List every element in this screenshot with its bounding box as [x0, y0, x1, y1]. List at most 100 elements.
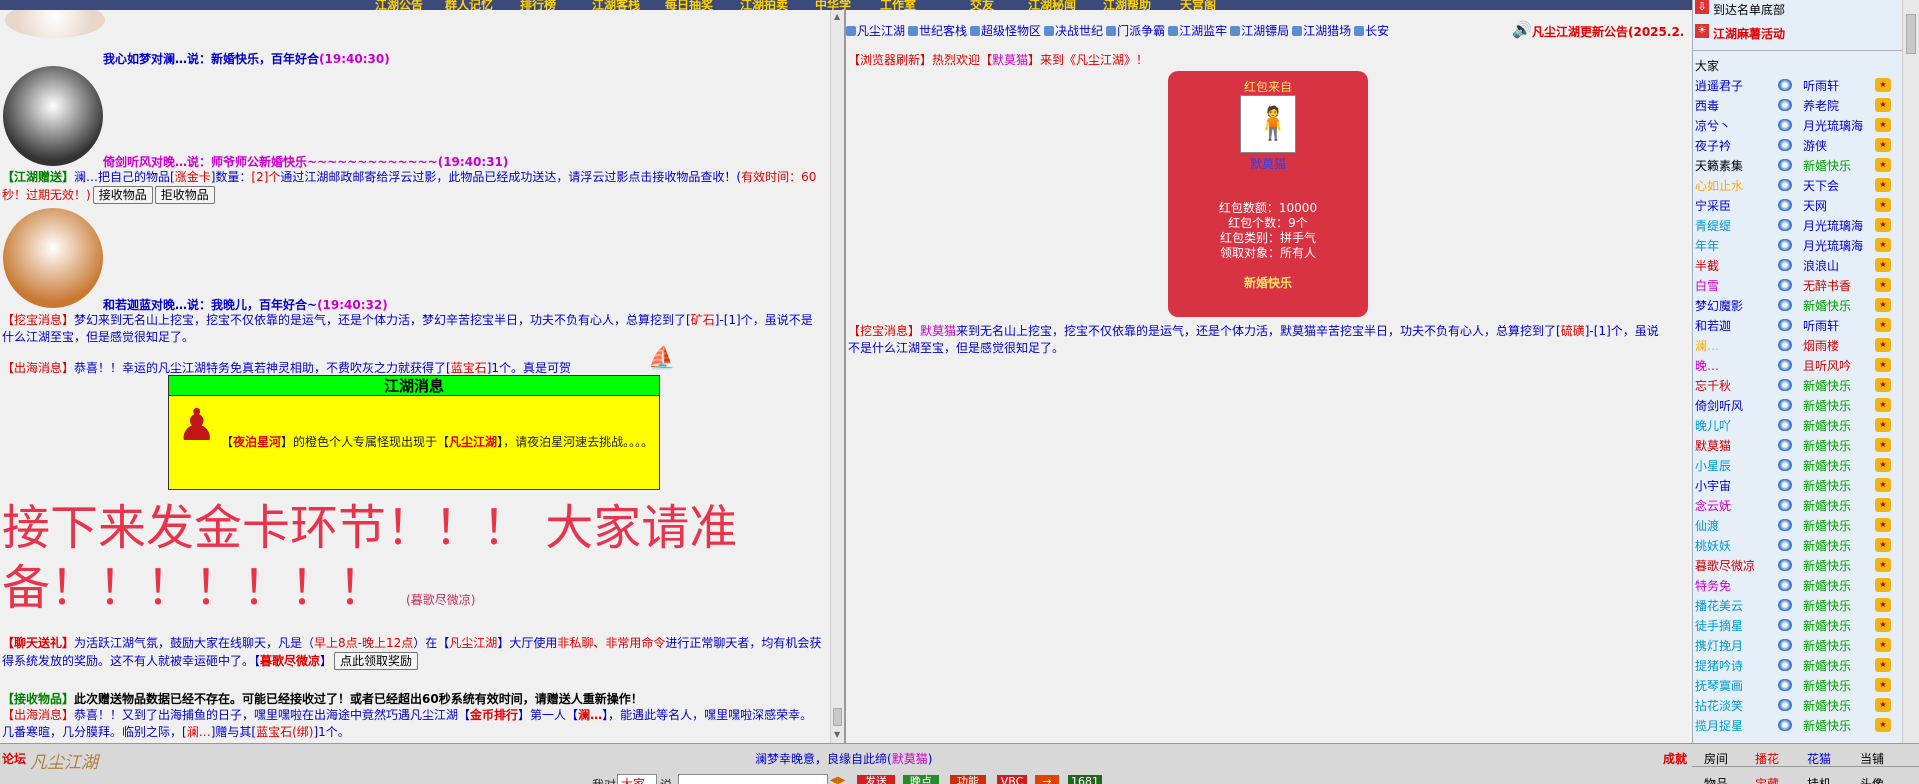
arrow-down-icon[interactable]: ⇩: [1695, 0, 1709, 14]
user-row[interactable]: 晚儿吖 新婚快乐 ★: [1693, 415, 1902, 435]
function-tab[interactable]: 挂机: [1807, 775, 1831, 784]
user-row[interactable]: 提猪吟诗 新婚快乐 ★: [1693, 655, 1902, 675]
forum-link[interactable]: 论坛: [2, 750, 26, 767]
user-row[interactable]: 晚… 且听风吟 ★: [1693, 355, 1902, 375]
user-row[interactable]: 携灯挽月 新婚快乐 ★: [1693, 635, 1902, 655]
user-name[interactable]: 晚儿吖: [1695, 417, 1731, 434]
user-row[interactable]: 播花美云 新婚快乐 ★: [1693, 595, 1902, 615]
function-tab[interactable]: 花猫: [1807, 750, 1831, 767]
avatar[interactable]: [3, 208, 103, 308]
top-nav-item[interactable]: 江湖客栈: [592, 0, 640, 10]
red-packet[interactable]: 红包来自 默莫猫 红包数额：10000 红包个数：9个 红包类别：拼手气 领取对象：所有人…: [1168, 71, 1368, 317]
user-name[interactable]: 梦幻魔影: [1695, 297, 1743, 314]
room-tab[interactable]: 世纪客栈: [908, 22, 967, 39]
user-name[interactable]: 拈花淡笑: [1695, 697, 1743, 714]
user-name[interactable]: 默莫猫: [1695, 437, 1731, 454]
top-nav-item[interactable]: 工作室: [880, 0, 916, 10]
user-name[interactable]: 晚…: [1695, 357, 1719, 374]
user-name[interactable]: 提猪吟诗: [1695, 657, 1743, 674]
right-scrollbar[interactable]: [1902, 0, 1919, 743]
room-tab[interactable]: 江湖猎场: [1292, 22, 1351, 39]
user-row[interactable]: 逍遥君子 听雨轩 ★: [1693, 75, 1902, 95]
user-name[interactable]: 澜…: [1695, 337, 1719, 354]
arrow-icon[interactable]: ◀▶: [830, 775, 845, 784]
speaker-icon[interactable]: 🔊: [1512, 20, 1532, 39]
avatar[interactable]: [5, 10, 105, 38]
b4-button[interactable]: →: [1035, 775, 1059, 784]
user-row[interactable]: 心如止水 天下会 ★: [1693, 175, 1902, 195]
function-tab[interactable]: 宝藏: [1755, 775, 1779, 784]
user-row[interactable]: 白雪 无醉书香 ★: [1693, 275, 1902, 295]
claim-reward-button[interactable]: 点此领取奖励: [334, 652, 419, 670]
user-name[interactable]: 年年: [1695, 237, 1719, 254]
b3-button[interactable]: VBC: [997, 775, 1027, 784]
user-row[interactable]: 暮歌尽微凉 新婚快乐 ★: [1693, 555, 1902, 575]
user-name[interactable]: 抚琴寞画: [1695, 677, 1743, 694]
user-row[interactable]: 默莫猫 新婚快乐 ★: [1693, 435, 1902, 455]
user-row[interactable]: 忘千秋 新婚快乐 ★: [1693, 375, 1902, 395]
user-name[interactable]: 念云妩: [1695, 497, 1731, 514]
event-icon[interactable]: ☀: [1695, 24, 1709, 38]
user-row[interactable]: 念云妩 新婚快乐 ★: [1693, 495, 1902, 515]
top-nav-item[interactable]: 交友: [970, 0, 994, 10]
user-row[interactable]: 拈花淡笑 新婚快乐 ★: [1693, 695, 1902, 715]
room-tab[interactable]: 超级怪物区: [970, 22, 1041, 39]
scroll-down-icon[interactable]: ▼: [834, 730, 840, 739]
user-row[interactable]: 宁采臣 天网 ★: [1693, 195, 1902, 215]
user-name[interactable]: 特务免: [1695, 577, 1731, 594]
user-row[interactable]: 桃妖妖 新婚快乐 ★: [1693, 535, 1902, 555]
user-name[interactable]: 半截: [1695, 257, 1719, 274]
user-name[interactable]: 忘千秋: [1695, 377, 1731, 394]
user-name[interactable]: 小星辰: [1695, 457, 1731, 474]
user-name[interactable]: 逍遥君子: [1695, 77, 1743, 94]
room-tab[interactable]: 江湖监牢: [1168, 22, 1227, 39]
user-name[interactable]: 播花美云: [1695, 597, 1743, 614]
user-name[interactable]: 小宇宙: [1695, 477, 1731, 494]
user-name[interactable]: 心如止水: [1695, 177, 1743, 194]
room-tab[interactable]: 长安: [1354, 22, 1389, 39]
user-name[interactable]: 暮歌尽微凉: [1695, 557, 1755, 574]
user-row[interactable]: 仙渡 新婚快乐 ★: [1693, 515, 1902, 535]
top-nav-item[interactable]: 江湖公告: [375, 0, 423, 10]
user-row[interactable]: 特务免 新婚快乐 ★: [1693, 575, 1902, 595]
function-tab[interactable]: 头像: [1860, 775, 1884, 784]
room-label[interactable]: 大家: [1695, 57, 1719, 74]
user-row[interactable]: 小宇宙 新婚快乐 ★: [1693, 475, 1902, 495]
top-nav-item[interactable]: 江湖拍卖: [740, 0, 788, 10]
event-link[interactable]: 江湖麻薯活动: [1713, 25, 1785, 42]
user-row[interactable]: 半截 浪浪山 ★: [1693, 255, 1902, 275]
user-row[interactable]: 澜… 烟雨楼 ★: [1693, 335, 1902, 355]
b1-button[interactable]: 晚点: [903, 775, 939, 784]
scroll-thumb[interactable]: [833, 708, 842, 726]
user-row[interactable]: 青缇缇 月光琉璃海 ★: [1693, 215, 1902, 235]
user-row[interactable]: 凉兮丶 月光琉璃海 ★: [1693, 115, 1902, 135]
user-row[interactable]: 抚琴寞画 新婚快乐 ★: [1693, 675, 1902, 695]
achievement-link[interactable]: 成就: [1663, 750, 1687, 767]
reject-item-button[interactable]: 拒收物品: [154, 186, 215, 204]
b2-button[interactable]: 功能: [950, 775, 986, 784]
user-name[interactable]: 青缇缇: [1695, 217, 1731, 234]
user-name[interactable]: 揽月捉星: [1695, 717, 1743, 734]
chat-input[interactable]: [678, 774, 828, 784]
function-tab[interactable]: 当铺: [1860, 750, 1884, 767]
user-name[interactable]: 和若迦: [1695, 317, 1731, 334]
top-nav-item[interactable]: 每日抽奖: [665, 0, 713, 10]
send-button[interactable]: 发送: [857, 775, 895, 784]
user-row[interactable]: 徒手摘星 新婚快乐 ★: [1693, 615, 1902, 635]
user-row[interactable]: 梦幻魔影 新婚快乐 ★: [1693, 295, 1902, 315]
user-row[interactable]: 天籁素集 新婚快乐 ★: [1693, 155, 1902, 175]
top-nav-item[interactable]: 江湖帮助: [1103, 0, 1151, 10]
left-scrollbar[interactable]: ▲ ▼: [830, 10, 844, 743]
user-name[interactable]: 夜子衿: [1695, 137, 1731, 154]
user-name[interactable]: 西毒: [1695, 97, 1719, 114]
scroll-up-icon[interactable]: ▲: [834, 12, 840, 21]
user-name[interactable]: 桃妖妖: [1695, 537, 1731, 554]
user-name[interactable]: 携灯挽月: [1695, 637, 1743, 654]
count-button[interactable]: 1681: [1068, 775, 1102, 784]
user-name[interactable]: 凉兮丶: [1695, 117, 1731, 134]
user-name[interactable]: 宁采臣: [1695, 197, 1731, 214]
gift-item[interactable]: 涨金卡: [175, 170, 211, 184]
user-row[interactable]: 西毒 养老院 ★: [1693, 95, 1902, 115]
scroll-to-bottom-link[interactable]: 到达名单底部: [1713, 1, 1785, 18]
user-name[interactable]: 天籁素集: [1695, 157, 1743, 174]
